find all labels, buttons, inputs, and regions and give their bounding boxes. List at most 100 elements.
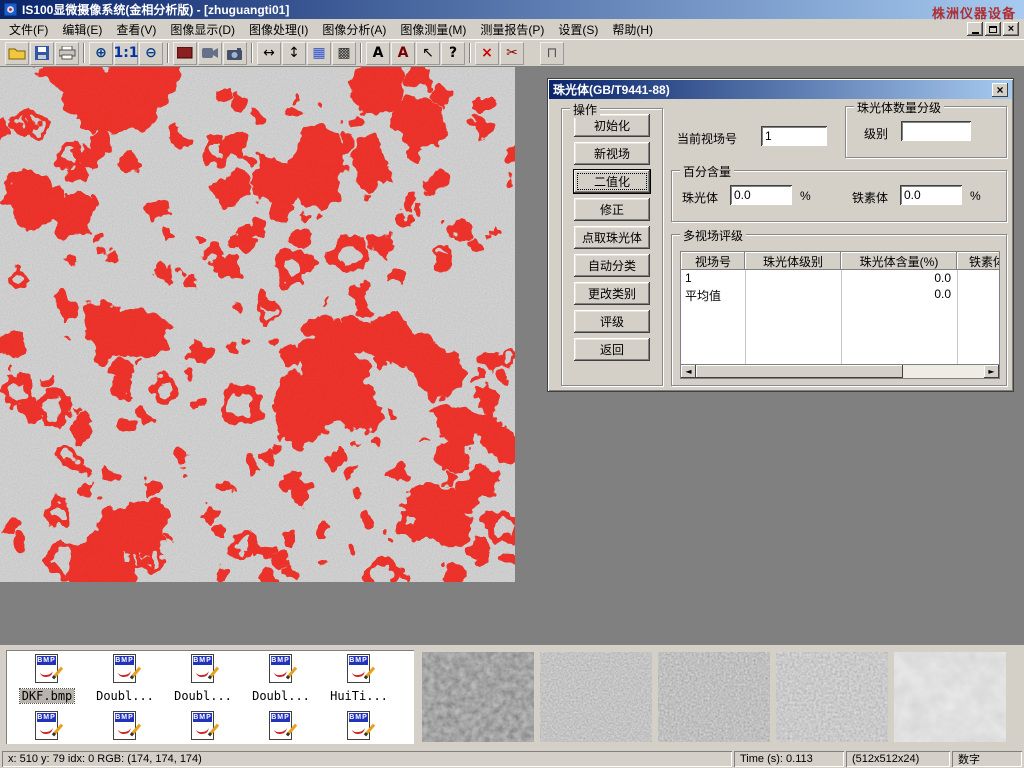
thumbnail-1[interactable] [422, 652, 534, 742]
menu-edit[interactable]: 编辑(E) [55, 19, 109, 40]
table-hscrollbar[interactable]: ◄ ► [681, 364, 999, 378]
mdi-close-button[interactable]: × [1003, 22, 1019, 36]
cell-field: 平均值 [681, 286, 745, 302]
mdi-restore-button[interactable] [985, 22, 1001, 36]
scroll-left-icon[interactable]: ◄ [681, 365, 696, 378]
menu-image-process[interactable]: 图像处理(I) [242, 19, 315, 40]
file-label[interactable]: Doubl... [250, 689, 312, 703]
col-grade[interactable]: 珠光体级别 [745, 252, 841, 270]
zoom-out-icon[interactable]: ⊖ [139, 42, 163, 65]
photo-camera-icon[interactable] [223, 42, 247, 65]
col-pearlite[interactable]: 珠光体含量(%) [841, 252, 957, 270]
vendor-watermark: 株洲仪器设备 [932, 3, 1016, 22]
file-item[interactable]: BMP [8, 711, 86, 743]
file-item[interactable]: BMP Doubl... [242, 654, 320, 703]
file-label[interactable]: Doubl... [94, 689, 156, 703]
caliper-icon[interactable]: ↔ [257, 42, 281, 65]
status-size: (512x512x24) [846, 751, 950, 767]
file-label[interactable]: DKF.bmp [20, 689, 75, 703]
grid-dark-icon[interactable]: ▩ [332, 42, 356, 65]
scroll-right-icon[interactable]: ► [984, 365, 999, 378]
bmp-file-icon: BMP [32, 711, 62, 743]
file-label[interactable]: HuiTi... [328, 689, 390, 703]
rate-button[interactable]: 评级 [574, 310, 650, 333]
file-label[interactable]: Doubl... [172, 689, 234, 703]
thumbnail-5[interactable] [894, 652, 1006, 742]
grid-table-icon[interactable]: ▦ [307, 42, 331, 65]
grade-group: 珠光体数量分级 级别 [845, 106, 1007, 158]
open-icon[interactable] [5, 42, 29, 65]
pointer-icon[interactable]: ↖ [416, 42, 440, 65]
video-camera-icon[interactable] [198, 42, 222, 65]
menu-image-analysis[interactable]: 图像分析(A) [315, 19, 393, 40]
file-row: BMP DKF.bmp BMP Doubl... BMP Doubl... BM… [8, 654, 414, 703]
dialog-close-button[interactable]: × [992, 83, 1008, 97]
thumbnail-2[interactable] [540, 652, 652, 742]
col-ferrite[interactable]: 铁素体 [957, 252, 1000, 270]
menu-image-measure[interactable]: 图像测量(M) [393, 19, 473, 40]
change-category-button[interactable]: 更改类别 [574, 282, 650, 305]
delete-icon[interactable]: × [475, 42, 499, 65]
file-row-partial: BMP BMP BMP BMP BMP [8, 711, 414, 743]
file-item[interactable]: BMP Doubl... [86, 654, 164, 703]
menu-image-display[interactable]: 图像显示(D) [163, 19, 242, 40]
col-field[interactable]: 视场号 [681, 252, 745, 270]
file-item[interactable]: BMP HuiTi... [320, 654, 398, 703]
clamp-icon[interactable]: ⊓ [540, 42, 564, 65]
scrollbar-track[interactable] [696, 365, 984, 378]
dialog-title: 珠光体(GB/T9441-88) [553, 81, 670, 98]
file-item[interactable]: BMP [164, 711, 242, 743]
new-field-button[interactable]: 新视场 [574, 142, 650, 165]
dialog-titlebar[interactable]: 珠光体(GB/T9441-88) × [549, 80, 1012, 99]
micrograph-image[interactable] [0, 67, 515, 582]
grade-input[interactable] [901, 121, 971, 141]
menu-settings[interactable]: 设置(S) [551, 19, 605, 40]
correction-button[interactable]: 修正 [574, 198, 650, 221]
help-icon[interactable]: ? [441, 42, 465, 65]
toolbar-separator [469, 43, 471, 63]
scrollbar-thumb[interactable] [696, 365, 903, 378]
dialog-body: 操作 初始化 新视场 二值化 修正 点取珠光体 自动分类 更改类别 评级 返回 … [549, 100, 1012, 391]
text-annotate-icon[interactable]: A [366, 42, 390, 65]
snapshot-icon[interactable] [173, 42, 197, 65]
operation-legend: 操作 [570, 101, 600, 118]
menu-view[interactable]: 查看(V) [109, 19, 163, 40]
table-row[interactable]: 平均值 0.0 [681, 286, 999, 302]
file-list[interactable]: BMP DKF.bmp BMP Doubl... BMP Doubl... BM… [6, 650, 414, 744]
print-icon[interactable] [55, 42, 79, 65]
mdi-minimize-button[interactable] [967, 22, 983, 36]
restore-icon [989, 26, 997, 33]
pick-pearlite-button[interactable]: 点取珠光体 [574, 226, 650, 249]
statusbar: x: 510 y: 79 idx: 0 RGB: (174, 174, 174)… [0, 749, 1024, 768]
file-item[interactable]: BMP DKF.bmp [8, 654, 86, 703]
cell-ferrite [957, 270, 999, 286]
table-row[interactable]: 1 0.0 [681, 270, 999, 286]
actual-size-icon[interactable]: 1:1 [114, 42, 138, 65]
menu-file[interactable]: 文件(F) [2, 19, 55, 40]
menu-measure-report[interactable]: 测量报告(P) [473, 19, 551, 40]
thumbnail-strip [422, 652, 1006, 742]
zoom-in-icon[interactable]: ⊕ [89, 42, 113, 65]
thumbnail-4[interactable] [776, 652, 888, 742]
cut-icon[interactable]: ✂ [500, 42, 524, 65]
current-field-input[interactable] [761, 126, 827, 146]
pearlite-percent-input[interactable] [730, 185, 792, 205]
file-item[interactable]: BMP [242, 711, 320, 743]
file-item[interactable]: BMP Doubl... [164, 654, 242, 703]
thumbnail-3[interactable] [658, 652, 770, 742]
menu-help[interactable]: 帮助(H) [605, 19, 660, 40]
multifield-table[interactable]: 视场号 珠光体级别 珠光体含量(%) 铁素体 1 0.0 [680, 251, 1000, 379]
file-item[interactable]: BMP [320, 711, 398, 743]
auto-classify-button[interactable]: 自动分类 [574, 254, 650, 277]
toolbar-separator [167, 43, 169, 63]
text-style-icon[interactable]: A [391, 42, 415, 65]
save-icon[interactable] [30, 42, 54, 65]
file-item[interactable]: BMP [86, 711, 164, 743]
vertical-measure-icon[interactable]: ↕ [282, 42, 306, 65]
grade-legend: 珠光体数量分级 [854, 99, 944, 116]
return-button[interactable]: 返回 [574, 338, 650, 361]
ferrite-percent-input[interactable] [900, 185, 962, 205]
percent-group: 百分含量 珠光体 % 铁素体 % [671, 170, 1007, 222]
bmp-file-icon: BMP [110, 711, 140, 743]
binarize-button[interactable]: 二值化 [574, 170, 650, 193]
